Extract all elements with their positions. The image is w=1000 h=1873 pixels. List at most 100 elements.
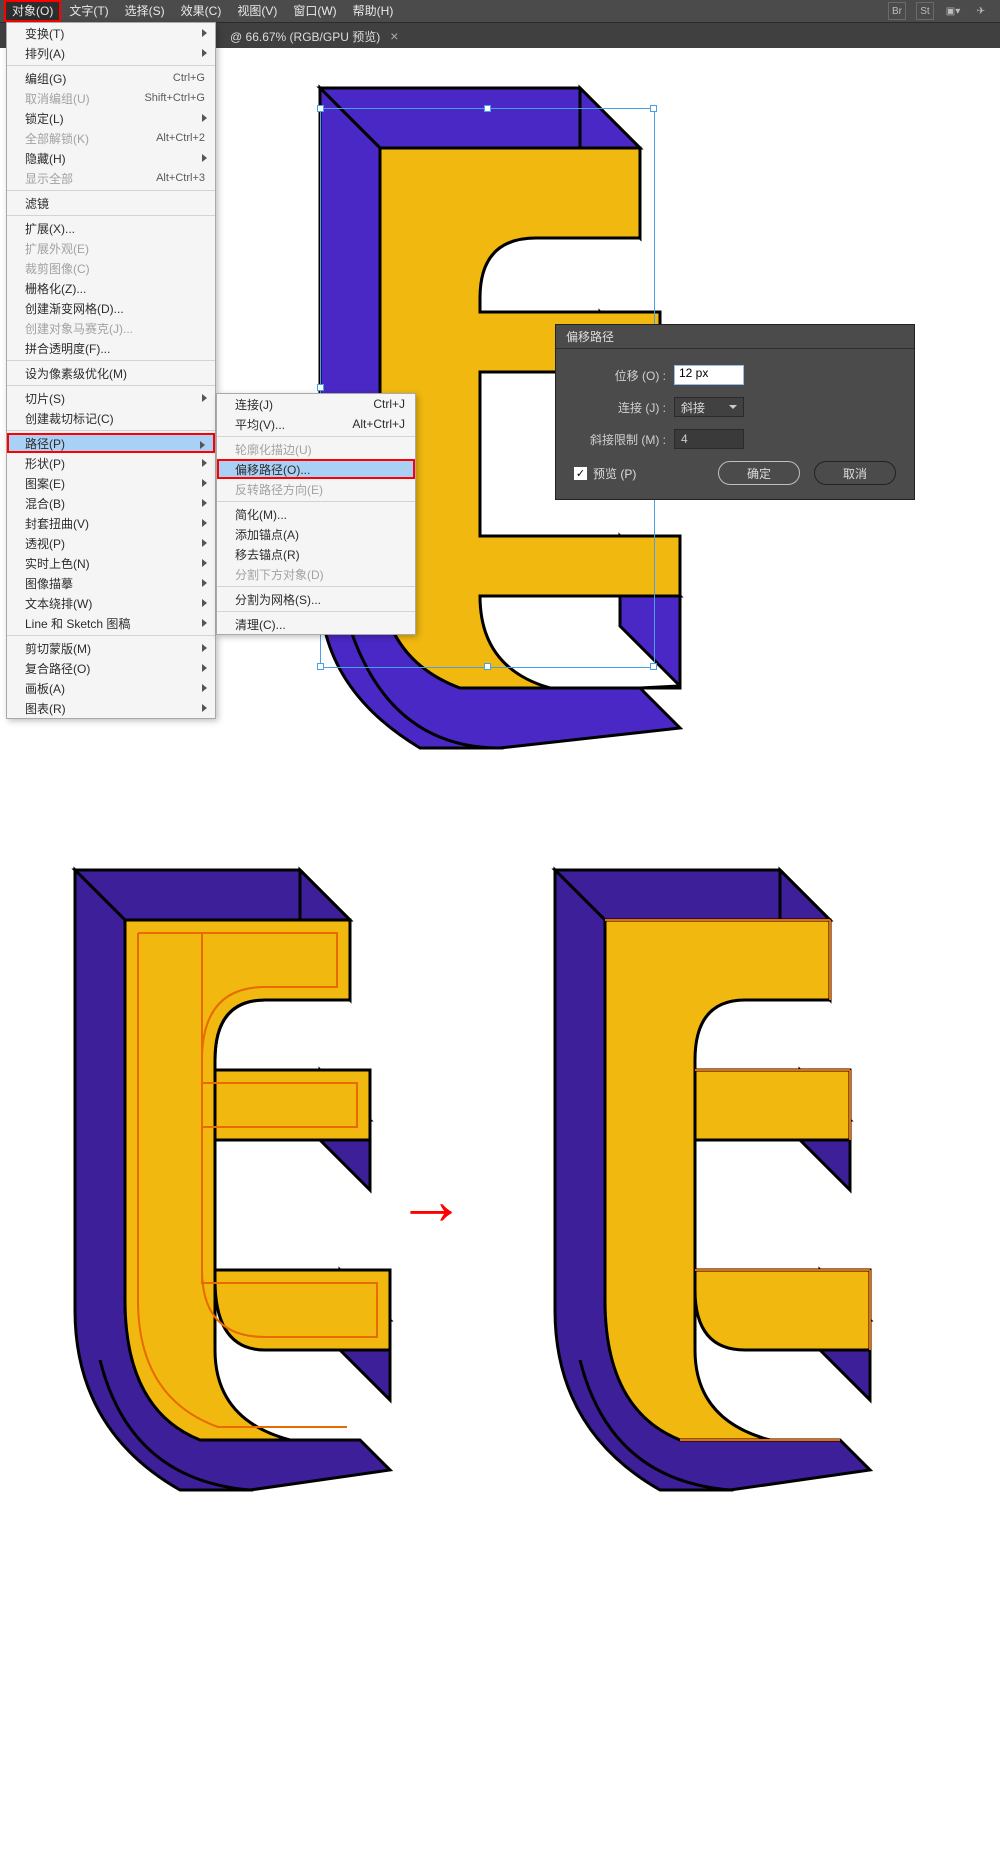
menu-item-label: 显示全部 bbox=[25, 170, 73, 187]
menu-item[interactable]: 实时上色(N) bbox=[7, 553, 215, 573]
search-icon[interactable]: ✈ bbox=[972, 2, 990, 20]
menu-item-label: 图表(R) bbox=[25, 700, 66, 717]
join-label: 连接 (J) : bbox=[574, 399, 666, 416]
offset-label: 位移 (O) : bbox=[574, 367, 666, 384]
submenu-item[interactable]: 移去锚点(R) bbox=[217, 544, 415, 564]
menu-item-shortcut: Shift+Ctrl+G bbox=[144, 92, 205, 104]
menu-item[interactable]: 扩展(X)... bbox=[7, 218, 215, 238]
workspace-icon[interactable]: ▣▾ bbox=[944, 2, 962, 20]
menu-item[interactable]: Line 和 Sketch 图稿 bbox=[7, 613, 215, 633]
menu-window[interactable]: 窗口(W) bbox=[285, 0, 344, 22]
menu-item-label: 隐藏(H) bbox=[25, 150, 66, 167]
menu-item[interactable]: 混合(B) bbox=[7, 493, 215, 513]
submenu-item: 反转路径方向(E) bbox=[217, 479, 415, 499]
preview-label: 预览 (P) bbox=[593, 465, 636, 482]
stock-icon[interactable]: St bbox=[916, 2, 934, 20]
submenu-item[interactable]: 简化(M)... bbox=[217, 504, 415, 524]
submenu-item[interactable]: 平均(V)... Alt+Ctrl+J bbox=[217, 414, 415, 434]
menu-item[interactable]: 创建裁切标记(C) bbox=[7, 408, 215, 428]
menu-item[interactable]: 切片(S) bbox=[7, 388, 215, 408]
object-menu-dropdown: 变换(T)排列(A) 编组(G)Ctrl+G取消编组(U)Shift+Ctrl+G… bbox=[6, 22, 216, 719]
menu-item-label: 混合(B) bbox=[25, 495, 65, 512]
menu-effect[interactable]: 效果(C) bbox=[173, 0, 230, 22]
menu-item: 取消编组(U)Shift+Ctrl+G bbox=[7, 88, 215, 108]
submenu-item[interactable]: 添加锚点(A) bbox=[217, 524, 415, 544]
menu-item[interactable]: 变换(T) bbox=[7, 23, 215, 43]
menu-item[interactable]: 排列(A) bbox=[7, 43, 215, 63]
menu-object[interactable]: 对象(O) bbox=[4, 0, 61, 22]
menu-item[interactable]: 隐藏(H) bbox=[7, 148, 215, 168]
menu-item-label: 创建对象马赛克(J)... bbox=[25, 320, 133, 337]
join-select[interactable]: 斜接 bbox=[674, 397, 744, 417]
submenu-item: 轮廓化描边(U) bbox=[217, 439, 415, 459]
submenu-item[interactable]: 分割为网格(S)... bbox=[217, 589, 415, 609]
menu-item-label: Line 和 Sketch 图稿 bbox=[25, 615, 130, 632]
menu-view[interactable]: 视图(V) bbox=[229, 0, 285, 22]
path-submenu: 连接(J)Ctrl+J 平均(V)... Alt+Ctrl+J 轮廓化描边(U) 偏移路… bbox=[216, 393, 416, 635]
menu-item[interactable]: 图案(E) bbox=[7, 473, 215, 493]
menu-item-label: 扩展外观(E) bbox=[25, 240, 89, 257]
menu-item[interactable]: 滤镜 bbox=[7, 193, 215, 213]
menu-item[interactable]: 复合路径(O) bbox=[7, 658, 215, 678]
dialog-title: 偏移路径 bbox=[556, 325, 914, 349]
menu-item-label: 图像描摹 bbox=[25, 575, 73, 592]
menu-item-label: 变换(T) bbox=[25, 25, 64, 42]
menu-item[interactable]: 画板(A) bbox=[7, 678, 215, 698]
menu-item[interactable]: 编组(G)Ctrl+G bbox=[7, 68, 215, 88]
document-tab[interactable]: @ 66.67% (RGB/GPU 预览) × bbox=[220, 23, 408, 49]
menu-item-label: 文本绕排(W) bbox=[25, 595, 92, 612]
submenu-item[interactable]: 清理(C)... bbox=[217, 614, 415, 634]
tab-label: @ 66.67% (RGB/GPU 预览) bbox=[230, 28, 380, 45]
menu-item[interactable]: 封套扭曲(V) bbox=[7, 513, 215, 533]
submenu-item-label: 偏移路径(O)... bbox=[235, 461, 310, 478]
menu-item[interactable]: 剪切蒙版(M) bbox=[7, 638, 215, 658]
menu-type[interactable]: 文字(T) bbox=[61, 0, 116, 22]
tab-close-icon[interactable]: × bbox=[390, 28, 398, 44]
menu-item[interactable]: 图表(R) bbox=[7, 698, 215, 718]
submenu-item-shortcut: Alt+Ctrl+J bbox=[352, 417, 405, 431]
cancel-button[interactable]: 取消 bbox=[814, 461, 896, 485]
menu-item-label: 创建渐变网格(D)... bbox=[25, 300, 124, 317]
menu-item[interactable]: 文本绕排(W) bbox=[7, 593, 215, 613]
menubar: 对象(O) 文字(T) 选择(S) 效果(C) 视图(V) 窗口(W) 帮助(H… bbox=[0, 0, 1000, 22]
submenu-item-label: 连接(J) bbox=[235, 396, 273, 413]
compare-left-letter bbox=[20, 860, 420, 1560]
submenu-item[interactable]: 偏移路径(O)... bbox=[217, 459, 415, 479]
menu-select[interactable]: 选择(S) bbox=[117, 0, 173, 22]
bridge-icon[interactable]: Br bbox=[888, 2, 906, 20]
menu-item-label: 画板(A) bbox=[25, 680, 65, 697]
offset-input[interactable]: 12 px bbox=[674, 365, 744, 385]
ok-button[interactable]: 确定 bbox=[718, 461, 800, 485]
menu-item[interactable]: 图像描摹 bbox=[7, 573, 215, 593]
submenu-item[interactable]: 连接(J)Ctrl+J bbox=[217, 394, 415, 414]
menu-item[interactable]: 栅格化(Z)... bbox=[7, 278, 215, 298]
submenu-item-label: 分割下方对象(D) bbox=[235, 566, 324, 583]
menu-item-label: 剪切蒙版(M) bbox=[25, 640, 91, 657]
menu-item-label: 锁定(L) bbox=[25, 110, 64, 127]
menu-item[interactable]: 创建渐变网格(D)... bbox=[7, 298, 215, 318]
menu-item: 显示全部Alt+Ctrl+3 bbox=[7, 168, 215, 188]
menu-help[interactable]: 帮助(H) bbox=[345, 0, 402, 22]
checkbox-icon: ✓ bbox=[574, 467, 587, 480]
menu-item-label: 扩展(X)... bbox=[25, 220, 75, 237]
menu-item-label: 全部解锁(K) bbox=[25, 130, 89, 147]
menu-item-label: 透视(P) bbox=[25, 535, 65, 552]
submenu-item-label: 平均(V)... bbox=[235, 416, 285, 433]
menu-item-label: 形状(P) bbox=[25, 455, 65, 472]
menu-item[interactable]: 拼合透明度(F)... bbox=[7, 338, 215, 358]
menu-item[interactable]: 形状(P) bbox=[7, 453, 215, 473]
preview-checkbox[interactable]: ✓ 预览 (P) bbox=[574, 465, 636, 482]
menu-item[interactable]: 锁定(L) bbox=[7, 108, 215, 128]
menu-item[interactable]: 透视(P) bbox=[7, 533, 215, 553]
menu-item-label: 创建裁切标记(C) bbox=[25, 410, 114, 427]
menu-item: 创建对象马赛克(J)... bbox=[7, 318, 215, 338]
menu-item[interactable]: 路径(P) bbox=[7, 433, 215, 453]
compare-panel: → bbox=[0, 860, 1000, 1660]
menu-item-label: 实时上色(N) bbox=[25, 555, 90, 572]
menu-item[interactable]: 设为像素级优化(M) bbox=[7, 363, 215, 383]
menu-item-label: 设为像素级优化(M) bbox=[25, 365, 127, 382]
miter-input[interactable]: 4 bbox=[674, 429, 744, 449]
submenu-item-label: 分割为网格(S)... bbox=[235, 591, 321, 608]
menu-item: 裁剪图像(C) bbox=[7, 258, 215, 278]
menu-item-shortcut: Ctrl+G bbox=[173, 72, 205, 84]
